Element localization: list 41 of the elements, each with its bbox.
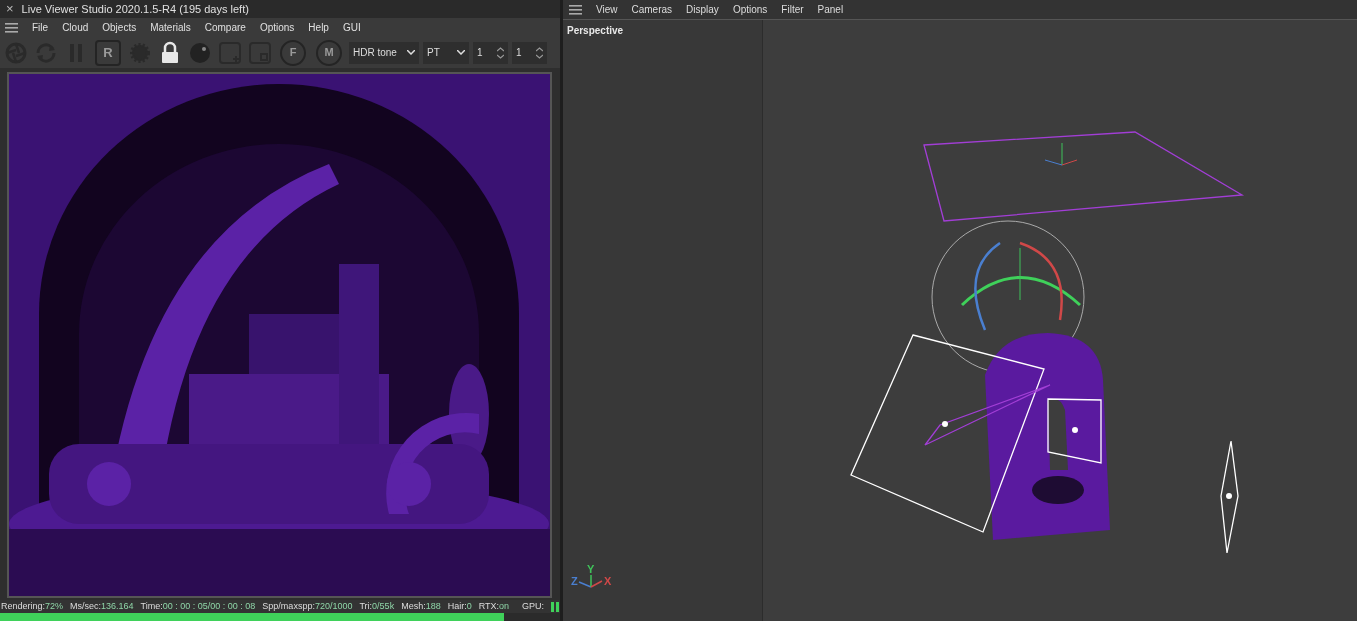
render-region-button[interactable]: R: [95, 39, 121, 66]
menu-item[interactable]: View: [596, 2, 618, 17]
status-item: Time:00 : 00 : 05/00 : 00 : 08: [140, 599, 256, 613]
menu-item[interactable]: GUI: [342, 20, 361, 35]
number-spinner[interactable]: 1: [512, 41, 547, 64]
status-item: Rendering:72%: [1, 599, 64, 613]
status-item: GPU:: [522, 599, 544, 613]
status-item: Tri:0/55k: [359, 599, 395, 613]
dropdown[interactable]: PT: [423, 41, 469, 64]
status-item: Mesh:188: [401, 599, 441, 613]
menu-item[interactable]: Materials: [150, 20, 191, 35]
menu-item[interactable]: Options: [732, 2, 768, 17]
chevron-down-icon: [407, 50, 415, 55]
stepper-icon: [536, 46, 543, 59]
menu-item[interactable]: Display: [686, 2, 719, 17]
status-item: Ms/sec:136.164: [70, 599, 134, 613]
menu-item[interactable]: Help: [308, 20, 329, 35]
menu-item[interactable]: Compare: [204, 20, 246, 35]
menu-item[interactable]: File: [32, 20, 49, 35]
close-icon[interactable]: ×: [6, 0, 14, 19]
number-spinner[interactable]: 1: [473, 41, 508, 64]
menu-icon[interactable]: [5, 22, 18, 33]
menu-icon[interactable]: [569, 4, 582, 15]
menu-item[interactable]: Cloud: [62, 20, 89, 35]
status-item: RTX:on: [478, 599, 510, 613]
menu-item[interactable]: Panel: [817, 2, 844, 17]
view-label: Perspective: [566, 24, 625, 38]
menu-item[interactable]: Objects: [102, 20, 137, 35]
chevron-down-icon: [457, 50, 465, 55]
status-item: Spp/maxspp:720/1000: [262, 599, 353, 613]
window-title: Live Viewer Studio 2020.1.5-R4 (195 days left): [21, 1, 249, 17]
menu-item[interactable]: Cameras: [631, 2, 673, 17]
menu-item[interactable]: Options: [259, 20, 295, 35]
stepper-icon: [497, 46, 504, 59]
pin-button[interactable]: F: [280, 39, 306, 66]
status-item: Hair:0: [447, 599, 472, 613]
gpu-meter-icon: [551, 601, 559, 612]
menu-item[interactable]: Filter: [781, 2, 804, 17]
axis-gizmo: Z Y X: [569, 561, 615, 595]
pin-button[interactable]: M: [316, 39, 342, 66]
dropdown[interactable]: HDR tone: [349, 41, 419, 64]
